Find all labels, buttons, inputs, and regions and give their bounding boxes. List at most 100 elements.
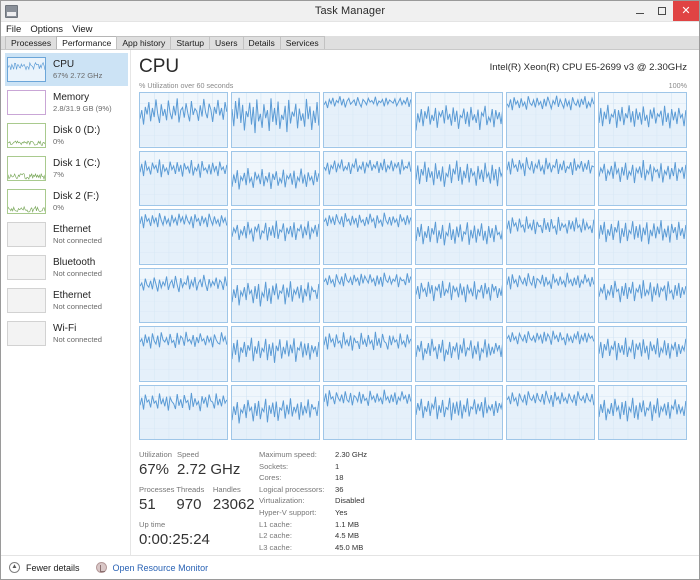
sidebar-item-wi-fi[interactable]: Wi-FiNot connected xyxy=(5,317,128,350)
minimize-icon xyxy=(636,13,644,14)
spec-row: Maximum speed:2.30 GHz xyxy=(259,449,367,461)
cpu-graph-cell[interactable] xyxy=(506,92,595,148)
spec-value: 18 xyxy=(335,472,343,484)
cpu-graph-cell[interactable] xyxy=(231,326,320,382)
cpu-graph-cell[interactable] xyxy=(506,209,595,265)
close-icon: ✕ xyxy=(681,6,690,17)
sidebar-item-subtitle: 2.8/31.9 GB (9%) xyxy=(53,104,112,114)
utilization-value: 67% xyxy=(139,460,177,479)
net-thumbnail-icon xyxy=(7,288,46,313)
sidebar-item-title: Memory xyxy=(53,92,112,104)
cpu-graph-cell[interactable] xyxy=(598,209,687,265)
tab-processes[interactable]: Processes xyxy=(5,36,57,49)
tab-startup[interactable]: Startup xyxy=(170,36,210,49)
maximize-button[interactable] xyxy=(651,1,673,21)
cpu-graph-cell[interactable] xyxy=(139,209,228,265)
tab-performance[interactable]: Performance xyxy=(56,36,117,49)
sidebar-item-title: Ethernet xyxy=(53,290,102,302)
cpu-graph-cell[interactable] xyxy=(598,385,687,441)
cpu-graph-cell[interactable] xyxy=(506,385,595,441)
sidebar-item-title: Bluetooth xyxy=(53,257,102,269)
spec-row: L1 cache:1.1 MB xyxy=(259,519,367,531)
cpu-graph-cell[interactable] xyxy=(415,92,504,148)
cpu-graph-cell[interactable] xyxy=(231,268,320,324)
spec-row: Sockets:1 xyxy=(259,461,367,473)
sidebar-item-disk-1-c[interactable]: Disk 1 (C:)7% xyxy=(5,152,128,185)
content-area: CPU67% 2.72 GHzMemory2.8/31.9 GB (9%)Dis… xyxy=(1,50,699,555)
menu-item-view[interactable]: View xyxy=(72,24,92,35)
cpu-graph-cell[interactable] xyxy=(323,326,412,382)
sidebar-item-ethernet[interactable]: EthernetNot connected xyxy=(5,218,128,251)
tab-strip: Processes Performance App history Startu… xyxy=(1,36,699,50)
cpu-graph-cell[interactable] xyxy=(231,151,320,207)
spec-value: 1.1 MB xyxy=(335,519,359,531)
sidebar-item-subtitle: 67% 2.72 GHz xyxy=(53,71,102,81)
minimize-button[interactable] xyxy=(629,1,651,21)
sidebar-item-ethernet[interactable]: EthernetNot connected xyxy=(5,284,128,317)
net-thumbnail-icon xyxy=(7,321,46,346)
cpu-graph-cell[interactable] xyxy=(231,209,320,265)
cpu-graph-cell[interactable] xyxy=(139,385,228,441)
cpu-graph-cell[interactable] xyxy=(506,151,595,207)
close-button[interactable]: ✕ xyxy=(673,1,699,21)
cpu-graph-cell[interactable] xyxy=(598,268,687,324)
sidebar-item-title: Disk 2 (F:) xyxy=(53,191,99,203)
cpu-graph-cell[interactable] xyxy=(415,151,504,207)
task-manager-icon xyxy=(5,5,18,18)
resource-monitor-icon[interactable] xyxy=(96,562,107,573)
cpu-graph-cell[interactable] xyxy=(598,151,687,207)
cpu-graph-cell[interactable] xyxy=(506,326,595,382)
window-controls: ✕ xyxy=(629,1,699,21)
cpu-graph-cell[interactable] xyxy=(139,151,228,207)
cpu-statistics: Utilization 67% Speed 2.72 GHz Processes… xyxy=(139,449,687,553)
cpu-graph-cell[interactable] xyxy=(598,326,687,382)
uptime-label: Up time xyxy=(139,519,251,530)
title-bar: Task Manager ✕ xyxy=(1,1,699,22)
menu-bar: File Options View xyxy=(1,22,699,36)
cpu-graph-cell[interactable] xyxy=(323,92,412,148)
sidebar-item-title: Ethernet xyxy=(53,224,102,236)
cpu-thumbnail-icon xyxy=(7,57,46,82)
spec-label: L1 cache: xyxy=(259,519,335,531)
sidebar-item-disk-2-f[interactable]: Disk 2 (F:)0% xyxy=(5,185,128,218)
cpu-graph-cell[interactable] xyxy=(323,268,412,324)
spec-value: 4.5 MB xyxy=(335,530,359,542)
tab-details[interactable]: Details xyxy=(243,36,281,49)
menu-item-options[interactable]: Options xyxy=(30,24,63,35)
cpu-graph-cell[interactable] xyxy=(415,385,504,441)
tab-app-history[interactable]: App history xyxy=(116,36,171,49)
cpu-graph-cell[interactable] xyxy=(506,268,595,324)
cpu-graph-cell[interactable] xyxy=(139,92,228,148)
cpu-graph-cell[interactable] xyxy=(323,385,412,441)
cpu-graph-cell[interactable] xyxy=(323,151,412,207)
spec-label: L2 cache: xyxy=(259,530,335,542)
sidebar-item-cpu[interactable]: CPU67% 2.72 GHz xyxy=(5,53,128,86)
chevron-up-icon[interactable]: ▲ xyxy=(9,562,20,573)
tab-users[interactable]: Users xyxy=(209,36,243,49)
cpu-graph-cell[interactable] xyxy=(139,268,228,324)
cpu-graph-cell[interactable] xyxy=(415,268,504,324)
spec-value: Disabled xyxy=(335,495,365,507)
spec-row: L3 cache:45.0 MB xyxy=(259,542,367,554)
cpu-graph-cell[interactable] xyxy=(323,209,412,265)
sidebar-item-memory[interactable]: Memory2.8/31.9 GB (9%) xyxy=(5,86,128,119)
sidebar-item-disk-0-d[interactable]: Disk 0 (D:)0% xyxy=(5,119,128,152)
open-resource-monitor-link[interactable]: Open Resource Monitor xyxy=(113,563,209,573)
sidebar-item-bluetooth[interactable]: BluetoothNot connected xyxy=(5,251,128,284)
cpu-spec-list: Maximum speed:2.30 GHzSockets:1Cores:18 L… xyxy=(259,449,367,553)
cpu-graph-cell[interactable] xyxy=(415,209,504,265)
cpu-graph-cell[interactable] xyxy=(231,92,320,148)
sidebar-item-subtitle: Not connected xyxy=(53,302,102,312)
sidebar-item-subtitle: Not connected xyxy=(53,335,102,345)
menu-item-file[interactable]: File xyxy=(6,24,21,35)
speed-label: Speed xyxy=(177,449,240,460)
tab-services[interactable]: Services xyxy=(280,36,325,49)
cpu-graph-cell[interactable] xyxy=(231,385,320,441)
cpu-graph-cell[interactable] xyxy=(139,326,228,382)
cpu-graph-cell[interactable] xyxy=(598,92,687,148)
cpu-graph-cell[interactable] xyxy=(415,326,504,382)
spec-row: Cores:18 xyxy=(259,472,367,484)
fewer-details-button[interactable]: Fewer details xyxy=(26,563,80,573)
logical-processor-grid[interactable] xyxy=(139,92,687,440)
spec-row: Virtualization:Disabled xyxy=(259,495,367,507)
